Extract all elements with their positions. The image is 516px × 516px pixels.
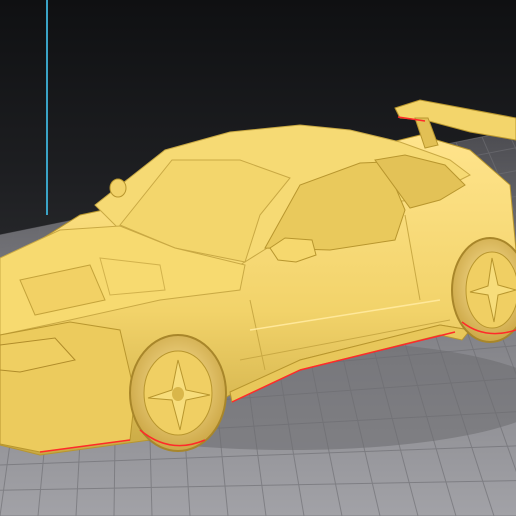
antenna-nub xyxy=(109,178,127,198)
scene xyxy=(0,0,516,516)
3d-viewport[interactable] xyxy=(0,0,516,516)
front-bumper xyxy=(0,321,136,453)
